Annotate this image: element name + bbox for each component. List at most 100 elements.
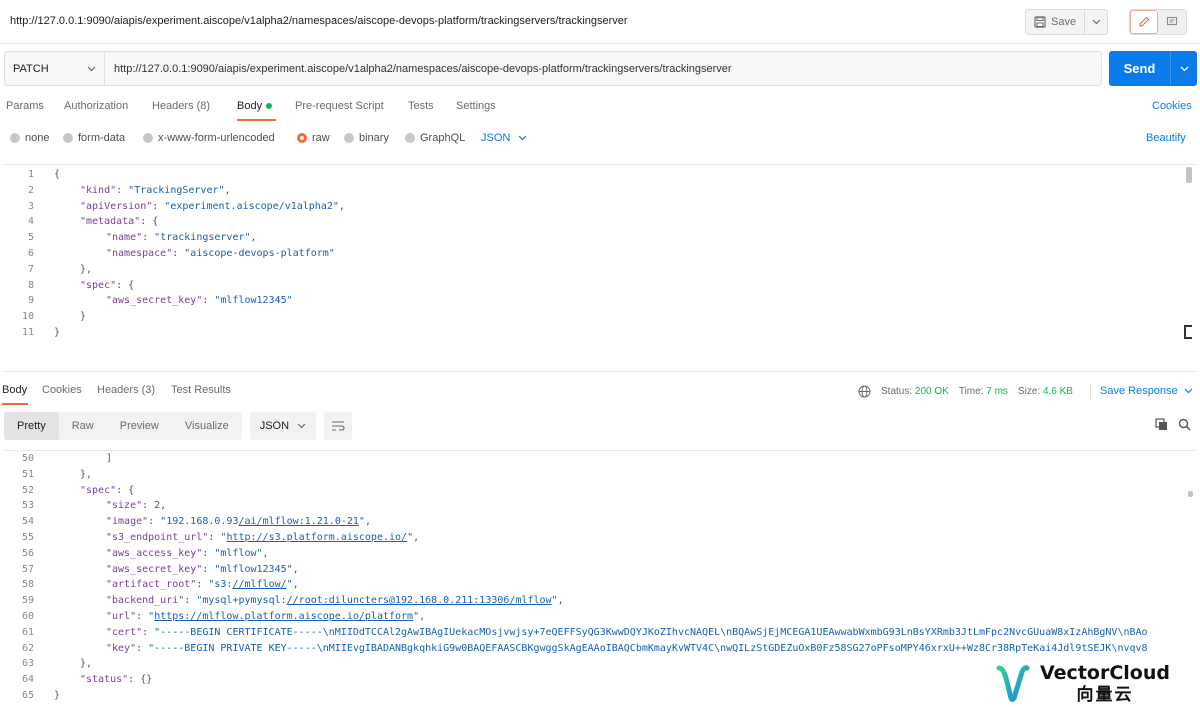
copy-icon[interactable] bbox=[1155, 418, 1168, 431]
radio-circle bbox=[10, 133, 20, 143]
code-line: 56 "aws_access_key": "mlflow", bbox=[4, 546, 1184, 562]
line-number: 4 bbox=[27, 216, 34, 228]
tab-tests[interactable]: Tests bbox=[408, 100, 434, 112]
radio-form-data[interactable]: form-data bbox=[63, 132, 125, 144]
response-format-select[interactable]: JSON bbox=[249, 412, 316, 440]
line-number: 53 bbox=[21, 500, 34, 512]
time-value: 7 ms bbox=[986, 386, 1008, 397]
code-token: /ai/mlflow:1.21.0-21 bbox=[238, 516, 359, 528]
line-number: 5 bbox=[27, 232, 34, 244]
tab-pre-request-script[interactable]: Pre-request Script bbox=[295, 100, 384, 112]
code-text: }, bbox=[80, 262, 92, 278]
code-text: "aws_access_key": "mlflow", bbox=[106, 546, 269, 562]
save-button[interactable]: Save bbox=[1026, 10, 1086, 34]
view-preview[interactable]: Preview bbox=[107, 412, 172, 440]
code-text: }, bbox=[80, 656, 92, 672]
resp-tab-body[interactable]: Body bbox=[2, 384, 27, 396]
code-token: , bbox=[250, 232, 257, 244]
radio-urlencoded[interactable]: x-www-form-urlencoded bbox=[143, 132, 275, 144]
body-indicator-dot bbox=[266, 103, 273, 110]
code-token: "metadata" bbox=[80, 216, 141, 228]
code-text: "artifact_root": "s3://mlflow/", bbox=[106, 577, 299, 593]
code-token: : { bbox=[116, 279, 135, 291]
edit-mode-button[interactable] bbox=[1130, 10, 1159, 34]
code-line: 10} bbox=[4, 309, 1184, 325]
view-raw[interactable]: Raw bbox=[59, 412, 107, 440]
code-token: "spec" bbox=[80, 484, 117, 496]
code-text: "key": "-----BEGIN PRIVATE KEY-----\nMII… bbox=[106, 641, 1148, 657]
code-token: , bbox=[292, 563, 299, 575]
code-token: }, bbox=[80, 658, 93, 670]
url-input[interactable]: http://127.0.0.1:9090/aiapis/experiment.… bbox=[105, 52, 1101, 85]
tab-body[interactable]: Body bbox=[237, 100, 273, 112]
radio-label: x-www-form-urlencoded bbox=[158, 132, 275, 144]
line-number: 9 bbox=[27, 295, 34, 307]
send-options-button[interactable] bbox=[1171, 51, 1197, 86]
save-response-button[interactable]: Save Response bbox=[1100, 385, 1193, 397]
tab-settings[interactable]: Settings bbox=[456, 100, 496, 112]
time-text: Time: 7 ms bbox=[959, 386, 1008, 397]
resp-tab-cookies[interactable]: Cookies bbox=[42, 384, 82, 396]
radio-circle-selected bbox=[297, 133, 307, 143]
size-label: Size: bbox=[1017, 386, 1041, 397]
code-token: "cert" bbox=[106, 626, 143, 638]
code-text: } bbox=[80, 309, 86, 325]
wrap-lines-button[interactable] bbox=[323, 412, 352, 440]
line-number: 57 bbox=[21, 563, 34, 575]
code-token: : bbox=[136, 642, 149, 654]
body-format-select[interactable]: JSON bbox=[481, 132, 527, 144]
code-token: : bbox=[152, 200, 165, 212]
radio-none[interactable]: none bbox=[10, 132, 49, 144]
code-line: 7}, bbox=[4, 262, 1184, 278]
comment-mode-button[interactable] bbox=[1158, 10, 1186, 34]
response-scrollbar[interactable] bbox=[1188, 491, 1193, 497]
vectorcloud-watermark: VectorCloud 向量云 bbox=[996, 660, 1196, 707]
divider bbox=[1090, 385, 1091, 399]
radio-raw[interactable]: raw bbox=[297, 132, 330, 144]
radio-label: binary bbox=[359, 132, 389, 144]
code-token: : bbox=[184, 595, 197, 607]
code-line: 61 "cert": "-----BEGIN CERTIFICATE-----\n… bbox=[4, 625, 1184, 641]
cookies-link[interactable]: Cookies bbox=[1152, 100, 1192, 112]
code-text: "url": "https://mlflow.platform.aiscope.… bbox=[106, 609, 425, 625]
tab-params[interactable]: Params bbox=[6, 100, 44, 112]
radio-binary[interactable]: binary bbox=[344, 132, 389, 144]
save-options-button[interactable] bbox=[1085, 10, 1107, 34]
code-token: : bbox=[136, 611, 149, 622]
tab-authorization[interactable]: Authorization bbox=[64, 100, 128, 112]
editor-scrollbar[interactable] bbox=[1186, 167, 1192, 183]
method-select[interactable]: PATCH bbox=[5, 52, 105, 85]
chevron-down-icon bbox=[297, 423, 306, 429]
code-line: 58 "artifact_root": "s3://mlflow/", bbox=[4, 577, 1184, 593]
code-text: "namespace": "aiscope-devops-platform" bbox=[106, 246, 335, 262]
radio-graphql[interactable]: GraphQL bbox=[405, 132, 465, 144]
line-number: 65 bbox=[21, 690, 34, 701]
size-value: 4.6 KB bbox=[1042, 386, 1073, 397]
code-token: //mlflow/ bbox=[232, 579, 287, 591]
code-token: "trackingserver" bbox=[154, 232, 251, 244]
code-token: "mysql+pymysql: bbox=[196, 595, 287, 607]
search-icon[interactable] bbox=[1178, 418, 1191, 431]
status-value: 200 OK bbox=[914, 386, 949, 397]
send-button[interactable]: Send bbox=[1109, 51, 1171, 86]
view-visualize[interactable]: Visualize bbox=[172, 412, 242, 440]
line-number: 54 bbox=[21, 516, 34, 528]
view-pretty[interactable]: Pretty bbox=[4, 412, 59, 440]
code-line: 6 "namespace": "aiscope-devops-platform" bbox=[4, 246, 1184, 262]
code-text: "size": 2, bbox=[106, 498, 166, 514]
code-line: 59 "backend_uri": "mysql+pymysql://root:d… bbox=[4, 593, 1184, 609]
beautify-link[interactable]: Beautify bbox=[1146, 132, 1186, 144]
request-title[interactable]: http://127.0.0.1:9090/aiapis/experiment.… bbox=[10, 15, 628, 27]
request-body-editor[interactable]: 1{2 "kind": "TrackingServer", 3 "apiVersion… bbox=[4, 164, 1196, 372]
tab-headers[interactable]: Headers (8) bbox=[152, 100, 210, 112]
view-mode-tabs: Pretty Raw Preview Visualize bbox=[4, 412, 242, 440]
resp-tab-test-results[interactable]: Test Results bbox=[171, 384, 231, 396]
code-line: 57 "aws_secret_key": "mlflow12345", bbox=[4, 562, 1184, 578]
code-text: "aws_secret_key": "mlflow12345" bbox=[106, 293, 293, 309]
code-token: "url" bbox=[106, 611, 137, 622]
line-number: 62 bbox=[21, 642, 34, 654]
code-token: "s3: bbox=[208, 579, 233, 591]
code-text: "image": "192.168.0.93/ai/mlflow:1.21.0-… bbox=[106, 514, 371, 530]
code-line: 9 "aws_secret_key": "mlflow12345" bbox=[4, 293, 1184, 309]
resp-tab-headers[interactable]: Headers (3) bbox=[97, 384, 155, 396]
